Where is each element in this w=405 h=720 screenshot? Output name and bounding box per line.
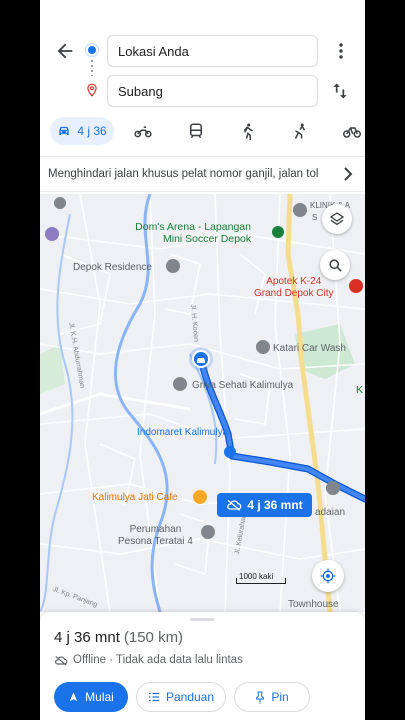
- bicycle-icon[interactable]: [343, 122, 361, 140]
- poi-perumahan[interactable]: Perumahan Pesona Teratai 4: [118, 524, 193, 548]
- start-button-label: Mulai: [85, 690, 114, 704]
- route-summary-sheet[interactable]: 4 j 36 mnt (150 km) Offline · Tidak ada d…: [40, 612, 365, 720]
- poi-katari[interactable]: Katari Car Wash: [273, 343, 346, 354]
- poi-doms-arena-line1: Dom's Arena - Lapangan: [135, 221, 251, 233]
- destination-pin-icon: [87, 83, 97, 97]
- origin-text: Lokasi Anda: [118, 43, 189, 59]
- search-icon: [328, 258, 342, 272]
- route-duration: 4 j 36 mnt (150 km): [54, 629, 183, 646]
- map-scale-bar: [236, 578, 286, 584]
- poi-adaian[interactable]: adaian: [315, 507, 345, 518]
- poi-griya[interactable]: Griya Sehati Kalimulya: [192, 380, 293, 391]
- map-search-button[interactable]: [320, 250, 350, 280]
- destination-text: Subang: [118, 83, 163, 99]
- guide-button-label: Panduan: [165, 690, 215, 704]
- poi-indomaret[interactable]: Indomaret Kalimulya: [137, 427, 228, 438]
- route-time-text: 4 j 36 mnt: [54, 629, 120, 646]
- transit-icon[interactable]: [187, 122, 205, 140]
- my-location-icon: [320, 568, 336, 584]
- walking-icon[interactable]: [239, 122, 257, 140]
- poi-apotek[interactable]: Apotek K-24 Grand Depok City: [254, 276, 333, 300]
- mode-car-tab[interactable]: 4 j 36: [50, 117, 114, 145]
- chevron-right-icon[interactable]: [343, 167, 353, 181]
- destination-input[interactable]: Subang: [107, 75, 318, 107]
- directions-panel: Lokasi Anda Subang 4 j 36 Menghindari ja…: [40, 0, 365, 194]
- poi-doms-arena[interactable]: Dom's Arena - Lapangan Mini Soccer Depok: [135, 221, 251, 245]
- traffic-status: Offline · Tidak ada data lalu lintas: [54, 654, 243, 666]
- my-location-button[interactable]: [312, 560, 344, 592]
- pin-button-label: Pin: [271, 690, 289, 704]
- route-time-chip[interactable]: 4 j 36 mnt: [217, 493, 312, 517]
- start-button[interactable]: Mulai: [54, 682, 128, 712]
- ride-hail-icon[interactable]: [291, 122, 309, 140]
- route-notice-text: Menghindari jalan khusus pelat nomor gan…: [48, 168, 319, 180]
- poi-edge-k[interactable]: K: [356, 384, 363, 396]
- route-notice[interactable]: Menghindari jalan khusus pelat nomor gan…: [40, 156, 365, 192]
- sheet-drag-handle[interactable]: [190, 618, 214, 621]
- map-view[interactable]: Dom's Arena - Lapangan Mini Soccer Depok…: [40, 194, 365, 612]
- motorcycle-icon[interactable]: [134, 122, 152, 140]
- poi-perumahan-line2: Pesona Teratai 4: [118, 536, 193, 547]
- pin-button[interactable]: Pin: [234, 682, 310, 712]
- back-arrow-icon[interactable]: [54, 40, 76, 62]
- phone-screen: Lokasi Anda Subang 4 j 36 Menghindari ja…: [40, 0, 365, 720]
- swap-icon[interactable]: [330, 81, 350, 101]
- poi-townhouse[interactable]: Townhouse: [288, 599, 339, 610]
- origin-input[interactable]: Lokasi Anda: [107, 35, 318, 67]
- poi-apotek-line2: Grand Depok City: [254, 288, 334, 299]
- route-connector: [91, 60, 93, 76]
- poi-doms-arena-line2: Mini Soccer Depok: [163, 233, 252, 245]
- drive-time-text: 4 j 36: [77, 124, 107, 138]
- list-icon: [148, 692, 159, 702]
- pin-icon: [256, 691, 265, 703]
- traffic-status-text: Offline · Tidak ada data lalu lintas: [73, 654, 243, 666]
- travel-modes-bar: 4 j 36: [40, 114, 365, 148]
- route-distance-text: (150 km): [123, 629, 184, 646]
- poi-klinik-line2: S: [312, 213, 318, 222]
- navigation-arrow-icon: [69, 692, 78, 702]
- offline-cloud-icon: [227, 499, 242, 511]
- poi-kalimulya-cafe[interactable]: Kalimulya Jati Cafe: [92, 492, 178, 503]
- poi-perumahan-line1: Perumahan: [129, 524, 182, 535]
- map-canvas: [40, 194, 365, 612]
- route-chip-text: 4 j 36 mnt: [247, 498, 303, 512]
- layers-icon: [329, 212, 345, 226]
- origin-dot-icon: [88, 46, 96, 54]
- more-options-icon[interactable]: [336, 42, 346, 60]
- layers-button[interactable]: [322, 204, 352, 234]
- poi-depok-residence[interactable]: Depok Residence: [73, 262, 152, 273]
- guide-button[interactable]: Panduan: [136, 682, 226, 712]
- car-icon: [59, 126, 69, 136]
- poi-apotek-line1: Apotek K-24: [266, 276, 322, 287]
- offline-cloud-icon: [55, 655, 68, 666]
